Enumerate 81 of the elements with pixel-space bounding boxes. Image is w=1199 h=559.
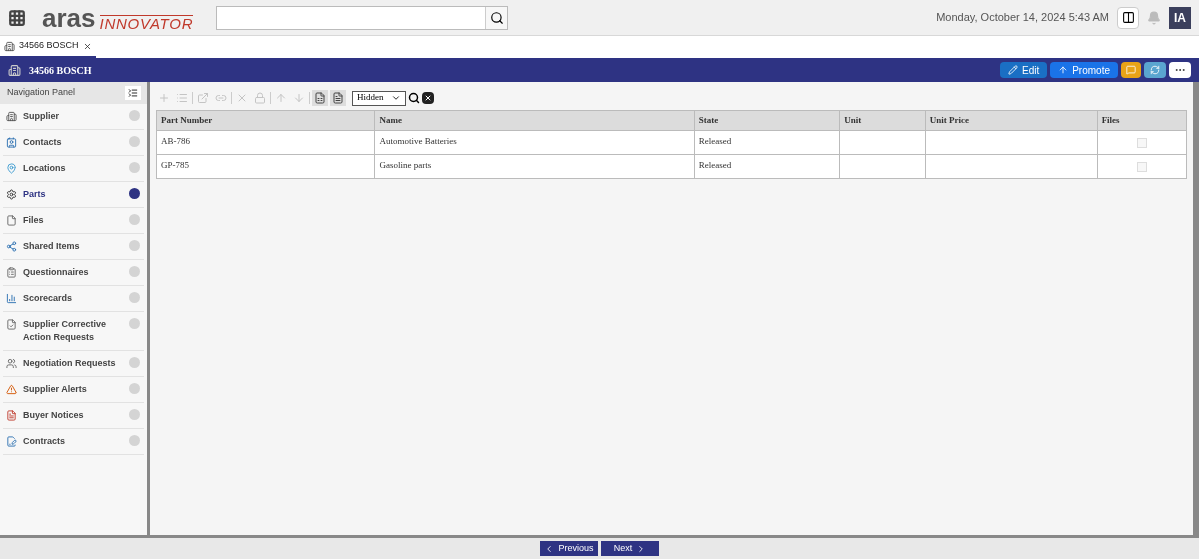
nav-item[interactable]: Scorecards — [3, 286, 144, 312]
close-icon — [424, 94, 432, 102]
arrow-up-icon — [275, 92, 287, 104]
chart-icon — [6, 293, 17, 304]
pencil-icon — [1007, 65, 1018, 75]
nav-item[interactable]: Questionnaires — [3, 260, 144, 286]
share-icon — [6, 241, 17, 252]
logo-text: aras — [42, 4, 96, 31]
spreadsheet-export-icon[interactable] — [312, 90, 328, 106]
nav-item[interactable]: Contracts — [3, 429, 144, 455]
search-icon[interactable] — [408, 92, 420, 104]
clear-button[interactable] — [422, 92, 434, 104]
lock-icon — [254, 92, 266, 104]
add-icon — [158, 92, 170, 104]
date-time: Monday, October 14, 2024 5:43 AM — [936, 10, 1109, 26]
gear-icon — [6, 189, 17, 200]
table-cell: AB-786 — [156, 130, 375, 155]
next-button[interactable]: Next — [601, 541, 659, 556]
arrow-up-icon — [1058, 65, 1069, 75]
item-title: 34566 BOSCH — [29, 63, 92, 78]
comment-icon — [1126, 65, 1136, 75]
filter-select[interactable]: Hidden — [352, 90, 406, 106]
collapse-icon — [128, 88, 138, 98]
nav-item[interactable]: Buyer Notices — [3, 403, 144, 429]
people-icon — [6, 358, 17, 369]
link-icon — [215, 92, 227, 104]
contact-card-icon — [6, 137, 17, 148]
nav-item[interactable]: Supplier — [3, 104, 144, 130]
column-header[interactable]: State — [694, 110, 840, 131]
nav-item[interactable]: Supplier Alerts — [3, 377, 144, 403]
nav-item[interactable]: Negotiation Requests — [3, 351, 144, 377]
notice-icon — [6, 410, 17, 421]
clipboard-icon — [6, 267, 17, 278]
document-check-icon — [6, 319, 17, 330]
nav-item[interactable]: Parts — [3, 182, 144, 208]
supplier-icon — [8, 63, 21, 77]
spreadsheet-export-icon — [314, 92, 326, 104]
contract-icon — [6, 436, 17, 447]
building-icon — [4, 40, 15, 52]
app-menu-icon[interactable] — [8, 8, 26, 27]
table-cell: GP-785 — [156, 154, 375, 179]
panel-toggle-button[interactable] — [1117, 6, 1139, 29]
open-icon — [197, 92, 209, 104]
document-icon — [6, 215, 17, 226]
refresh-button[interactable] — [1144, 62, 1166, 78]
table-cell: Automotive Batteries — [374, 130, 695, 155]
nav-item[interactable]: Locations — [3, 156, 144, 182]
warning-icon — [6, 384, 17, 395]
column-header[interactable]: Unit Price — [925, 110, 1098, 131]
document-export-icon — [332, 92, 344, 104]
map-pin-icon — [6, 163, 17, 174]
close-icon[interactable] — [82, 41, 92, 51]
table-cell: Released — [694, 154, 840, 179]
nav-item[interactable]: Contacts — [3, 130, 144, 156]
logo-subtitle: INNOVATOR — [99, 14, 194, 31]
table-cell: Gasoline parts — [374, 154, 695, 179]
list-icon — [176, 92, 188, 104]
refresh-icon — [1150, 65, 1160, 75]
search-field[interactable] — [216, 5, 508, 30]
column-header[interactable]: Unit — [839, 110, 926, 131]
split-view-icon — [1121, 11, 1135, 24]
column-header[interactable]: Part Number — [156, 110, 375, 131]
panel-title: Navigation Panel — [7, 86, 77, 100]
edit-button[interactable]: Edit — [999, 62, 1048, 78]
collapse-button[interactable] — [125, 86, 141, 100]
delete-icon — [236, 92, 248, 104]
building-icon — [6, 111, 17, 122]
more-button[interactable] — [1169, 62, 1191, 78]
user-avatar[interactable]: IA — [1169, 6, 1191, 29]
comment-button[interactable] — [1121, 62, 1141, 78]
column-header[interactable]: Name — [374, 110, 695, 131]
arrow-down-icon — [293, 92, 305, 104]
document-export-icon[interactable] — [330, 90, 346, 106]
nav-item[interactable]: Files — [3, 208, 144, 234]
table-cell: Released — [694, 130, 840, 155]
promote-button[interactable]: Promote — [1050, 62, 1118, 78]
previous-button[interactable]: Previous — [540, 541, 598, 556]
nav-item[interactable]: Shared Items — [3, 234, 144, 260]
nav-item[interactable]: Supplier Corrective Action Requests — [3, 312, 144, 351]
chevron-down-icon — [391, 93, 401, 103]
column-header[interactable]: Files — [1097, 110, 1187, 131]
